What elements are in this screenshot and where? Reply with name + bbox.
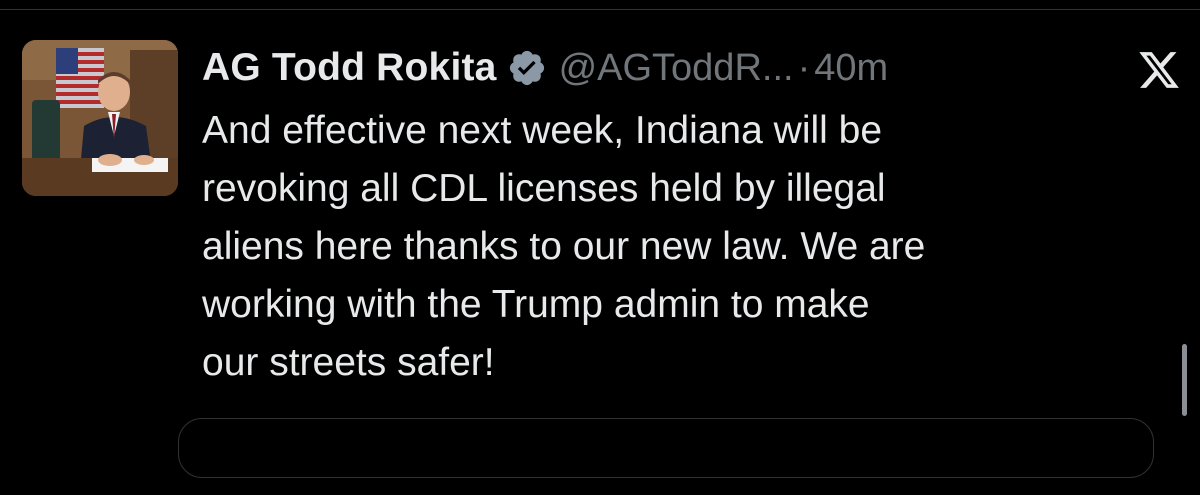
header-separator: · — [797, 46, 811, 89]
display-name[interactable]: AG Todd Rokita — [202, 46, 497, 90]
avatar-photo-image — [22, 40, 178, 196]
scrollbar-thumb[interactable] — [1182, 344, 1187, 416]
post-timestamp[interactable]: 40m — [814, 47, 888, 90]
avatar[interactable] — [22, 40, 178, 196]
tweet-header: AG Todd Rokita @AGToddR... · 40m — [202, 40, 1182, 96]
user-handle[interactable]: @AGToddR... — [559, 47, 794, 90]
verified-badge-icon — [507, 48, 547, 88]
x-logo-icon — [1136, 48, 1182, 92]
tweet-text: And effective next week, Indiana will be… — [202, 109, 926, 384]
top-divider — [0, 0, 1200, 10]
media-card-preview[interactable] — [178, 418, 1154, 478]
